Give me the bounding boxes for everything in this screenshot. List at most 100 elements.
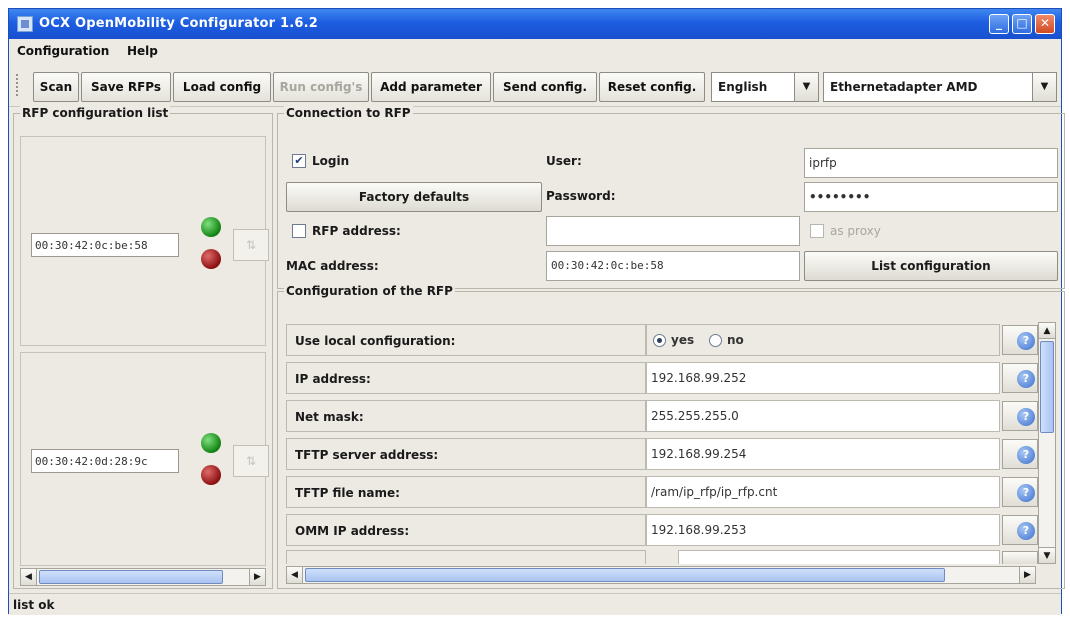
- minimize-button[interactable]: _: [989, 14, 1009, 34]
- status-led-red: [201, 465, 221, 485]
- rfp-config-hscrollbar[interactable]: ◀ ▶: [286, 566, 1036, 584]
- scroll-down-icon[interactable]: ▼: [1039, 547, 1055, 563]
- save-rfps-button[interactable]: Save RFPs: [81, 72, 171, 102]
- config-value-empty[interactable]: [678, 550, 1000, 564]
- adapter-value: Ethernetadapter AMD: [830, 80, 978, 94]
- language-value: English: [718, 80, 768, 94]
- rfp-address-field[interactable]: [546, 216, 800, 246]
- chevron-down-icon[interactable]: ▼: [794, 73, 818, 101]
- status-led-red: [201, 249, 221, 269]
- connection-panel: Connection to RFP ✔ Login User: iprfp Fa…: [277, 106, 1065, 289]
- help-button[interactable]: ?: [1002, 363, 1038, 393]
- toolbar-grip[interactable]: [15, 73, 19, 97]
- rfp-action-button[interactable]: ⇅: [233, 445, 269, 477]
- config-label: IP address:: [286, 362, 646, 394]
- config-row: TFTP server address: 192.168.99.254 ?: [286, 438, 1038, 470]
- list-configuration-button[interactable]: List configuration: [804, 251, 1058, 281]
- config-label: OMM IP address:: [286, 514, 646, 546]
- scroll-right-icon[interactable]: ▶: [1019, 567, 1035, 583]
- help-button[interactable]: ?: [1002, 439, 1038, 469]
- user-field[interactable]: iprfp: [804, 148, 1058, 178]
- run-configs-button[interactable]: Run config's: [273, 72, 369, 102]
- config-label: Net mask:: [286, 400, 646, 432]
- status-text: list ok: [13, 598, 55, 612]
- radio-yes[interactable]: [653, 334, 666, 347]
- rfp-list-item[interactable]: 00:30:42:0c:be:58 ⇅: [20, 136, 269, 346]
- help-icon: ?: [1017, 446, 1035, 464]
- title-bar: OCX OpenMobility Configurator 1.6.2 _ □ …: [9, 9, 1061, 39]
- omm-ip-field[interactable]: 192.168.99.253: [646, 514, 1000, 546]
- tftp-server-field[interactable]: 192.168.99.254: [646, 438, 1000, 470]
- rfp-config-legend: Configuration of the RFP: [284, 284, 455, 298]
- help-button[interactable]: ?: [1002, 401, 1038, 431]
- rfp-address-checkbox[interactable]: [292, 224, 306, 238]
- menu-configuration[interactable]: Configuration: [17, 44, 109, 58]
- status-bar: list ok: [9, 593, 1061, 615]
- scrollbar-thumb[interactable]: [305, 568, 945, 582]
- as-proxy-label: as proxy: [830, 224, 881, 238]
- config-row-local: Use local configuration: yes no ?: [286, 324, 1038, 356]
- rfp-mac-field: 00:30:42:0d:28:9c: [31, 449, 179, 473]
- scrollbar-thumb[interactable]: [39, 570, 223, 584]
- language-select[interactable]: English ▼: [711, 72, 819, 102]
- config-row-partial: [286, 550, 1038, 564]
- password-label: Password:: [546, 189, 616, 203]
- scroll-right-icon[interactable]: ▶: [249, 569, 265, 585]
- rfp-config-panel: Configuration of the RFP Use local confi…: [277, 284, 1065, 589]
- menu-bar: Configuration Help: [9, 39, 1061, 63]
- rfp-list-legend: RFP configuration list: [20, 106, 171, 120]
- mac-address-field[interactable]: 00:30:42:0c:be:58: [546, 251, 800, 281]
- rfp-mac-field: 00:30:42:0c:be:58: [31, 233, 179, 257]
- help-icon: ?: [1017, 484, 1035, 502]
- config-row: OMM IP address: 192.168.99.253 ?: [286, 514, 1038, 546]
- help-button[interactable]: ?: [1002, 477, 1038, 507]
- status-led-green: [201, 217, 221, 237]
- help-icon: ?: [1017, 522, 1035, 540]
- send-config-button[interactable]: Send config.: [493, 72, 597, 102]
- load-config-button[interactable]: Load config: [173, 72, 271, 102]
- window-title: OCX OpenMobility Configurator 1.6.2: [39, 16, 319, 31]
- radio-no-label: no: [727, 333, 744, 347]
- mac-address-label: MAC address:: [286, 259, 379, 273]
- config-label: TFTP server address:: [286, 438, 646, 470]
- config-row: Net mask: 255.255.255.0 ?: [286, 400, 1038, 432]
- radio-yes-label: yes: [671, 333, 695, 347]
- as-proxy-checkbox[interactable]: [810, 224, 824, 238]
- scroll-left-icon[interactable]: ◀: [287, 567, 303, 583]
- maximize-button[interactable]: □: [1012, 14, 1032, 34]
- toolbar: Scan Save RFPs Load config Run config's …: [9, 63, 1061, 107]
- app-icon: [17, 16, 33, 32]
- rfp-list-hscrollbar[interactable]: ◀ ▶: [20, 568, 266, 586]
- login-checkbox[interactable]: ✔: [292, 154, 306, 168]
- adapter-select[interactable]: Ethernetadapter AMD ▼: [823, 72, 1057, 102]
- scroll-left-icon[interactable]: ◀: [21, 569, 37, 585]
- help-icon: ?: [1017, 370, 1035, 388]
- help-button[interactable]: ?: [1002, 325, 1038, 355]
- reset-config-button[interactable]: Reset config.: [599, 72, 705, 102]
- net-mask-field[interactable]: 255.255.255.0: [646, 400, 1000, 432]
- config-label: Use local configuration:: [286, 324, 646, 356]
- factory-defaults-button[interactable]: Factory defaults: [286, 182, 542, 212]
- chevron-down-icon[interactable]: ▼: [1032, 73, 1056, 101]
- help-button[interactable]: [1002, 551, 1038, 564]
- tftp-file-field[interactable]: /ram/ip_rfp/ip_rfp.cnt: [646, 476, 1000, 508]
- scrollbar-thumb[interactable]: [1040, 341, 1054, 433]
- add-parameter-button[interactable]: Add parameter: [371, 72, 491, 102]
- rfp-action-button[interactable]: ⇅: [233, 229, 269, 261]
- ip-address-field[interactable]: 192.168.99.252: [646, 362, 1000, 394]
- rfp-config-vscrollbar[interactable]: ▲ ▼: [1038, 322, 1056, 564]
- radio-no[interactable]: [709, 334, 722, 347]
- help-button[interactable]: ?: [1002, 515, 1038, 545]
- rfp-list-item[interactable]: 00:30:42:0d:28:9c ⇅: [20, 352, 269, 566]
- rfp-list-panel: RFP configuration list 00:30:42:0c:be:58…: [13, 106, 273, 589]
- password-field[interactable]: ••••••••: [804, 182, 1058, 212]
- close-button[interactable]: ✕: [1035, 14, 1055, 34]
- help-icon: ?: [1017, 408, 1035, 426]
- menu-help[interactable]: Help: [127, 44, 158, 58]
- help-icon: ?: [1017, 332, 1035, 350]
- rfp-address-label: RFP address:: [312, 224, 401, 238]
- config-label-empty: [286, 550, 646, 564]
- login-label: Login: [312, 154, 350, 168]
- scan-button[interactable]: Scan: [33, 72, 79, 102]
- scroll-up-icon[interactable]: ▲: [1039, 323, 1055, 339]
